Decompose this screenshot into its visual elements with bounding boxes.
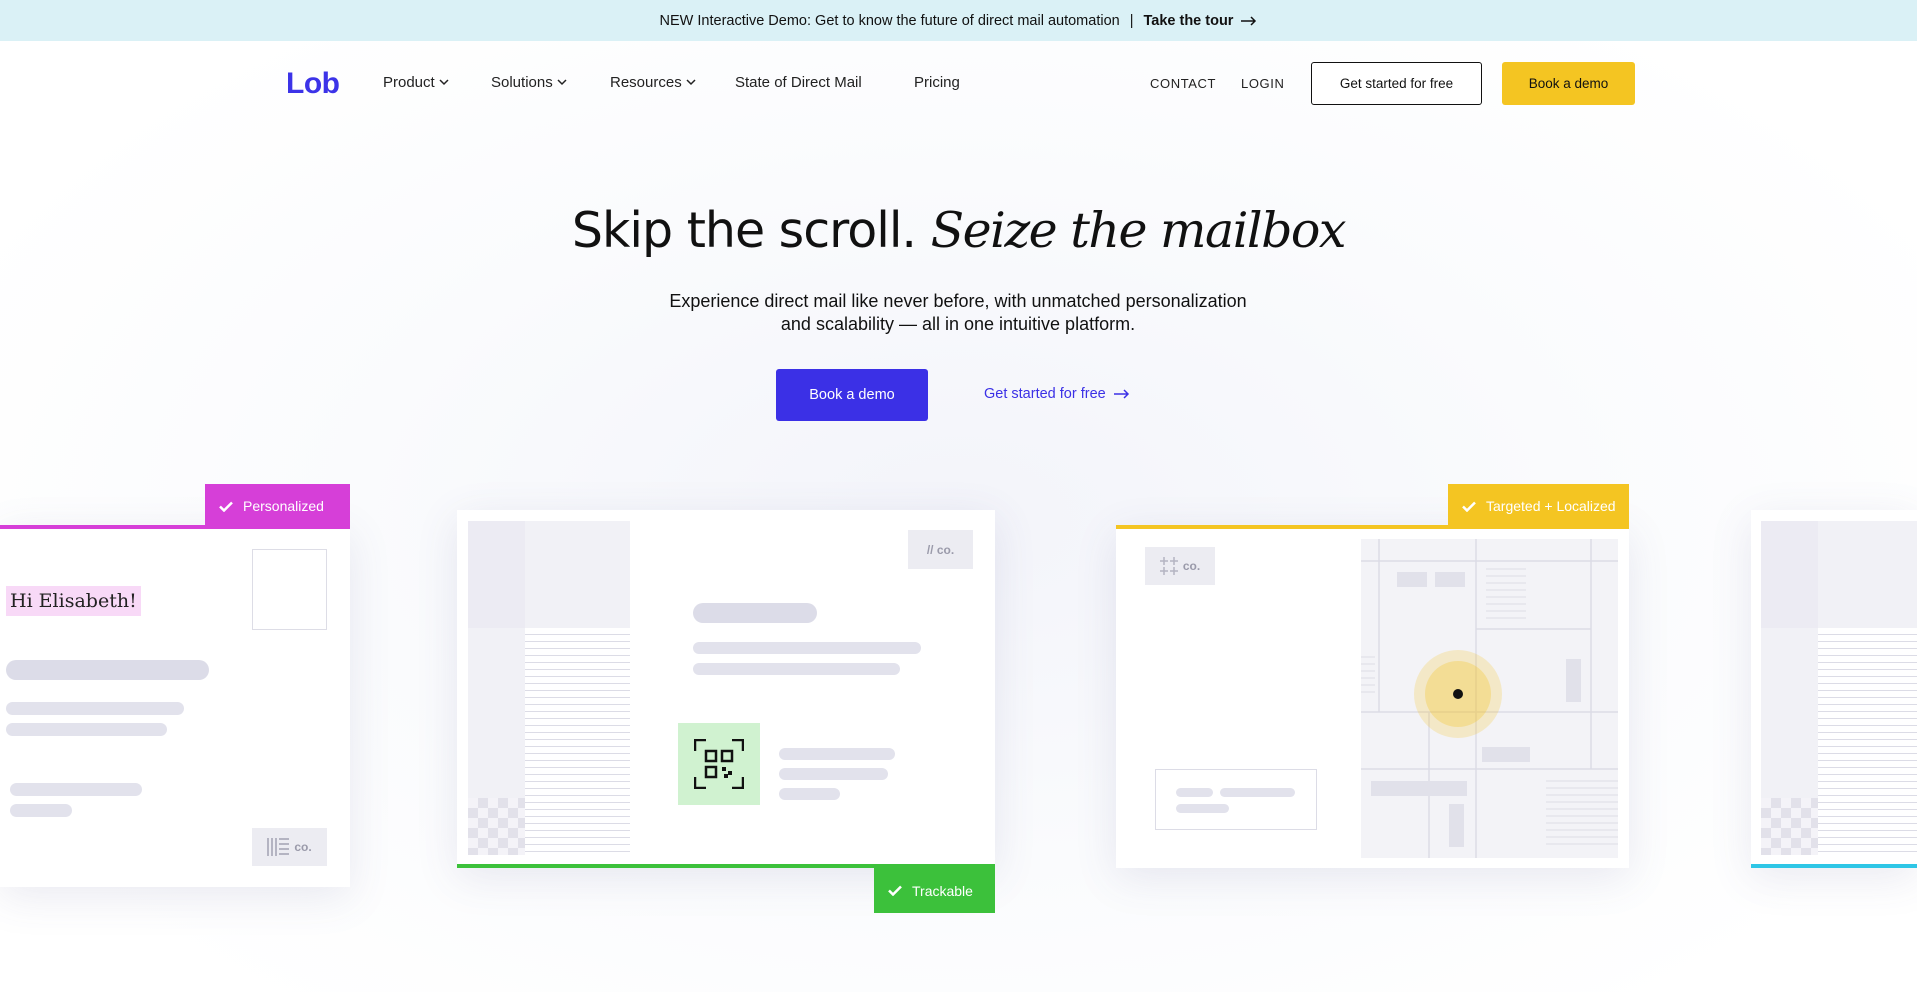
hero-subtitle: Experience direct mail like never before… (658, 290, 1258, 336)
card-accent-bar (1751, 864, 1917, 868)
nav-item-label: Resources (610, 74, 682, 91)
map-grid (1361, 539, 1618, 858)
company-logo-placeholder: // co. (908, 530, 973, 569)
placeholder-line (779, 788, 840, 800)
placeholder-line (6, 702, 184, 715)
nav-item-pricing[interactable]: Pricing (914, 74, 960, 91)
banner-separator: | (1129, 12, 1134, 29)
placeholder-line (1220, 788, 1295, 797)
trackable-card: // co. (457, 510, 995, 868)
crosshair-icon (1159, 557, 1178, 575)
company-logo-placeholder: co. (1145, 547, 1215, 585)
company-logo-text: co. (1182, 559, 1201, 573)
book-demo-nav-button[interactable]: Book a demo (1502, 62, 1635, 105)
hero-title-italic: Seize the mailbox (930, 202, 1347, 259)
checker-pattern (1761, 798, 1818, 855)
take-the-tour-link[interactable]: Take the tour (1143, 13, 1257, 29)
nav-item-label: State of Direct Mail (735, 74, 862, 91)
image-block (1761, 521, 1818, 628)
placeholder-line (693, 663, 900, 675)
image-block (1818, 521, 1917, 628)
chevron-down-icon (557, 79, 567, 86)
company-logo-placeholder: co. (252, 828, 327, 866)
nav-item-state-of-direct-mail[interactable]: State of Direct Mail (735, 74, 862, 91)
qr-code-box (678, 723, 760, 805)
placeholder-line (693, 603, 817, 623)
placeholder-line (10, 783, 142, 796)
map-area (1361, 539, 1618, 858)
chevron-down-icon (686, 79, 696, 86)
placeholder-line (779, 768, 888, 780)
tag-label: Targeted + Localized (1486, 498, 1616, 514)
chevron-down-icon (439, 79, 449, 86)
nav-item-label: Product (383, 74, 435, 91)
personalized-card: Hi Elisabeth! co. (0, 525, 350, 887)
get-started-hero-link[interactable]: Get started for free (984, 386, 1130, 402)
hero-subtitle-line: and scalability — all in one intuitive p… (780, 314, 1136, 334)
placeholder-line (6, 660, 209, 680)
login-link[interactable]: LOGIN (1241, 76, 1284, 91)
contact-link[interactable]: CONTACT (1150, 76, 1216, 91)
hero-subtitle-line: Experience direct mail like never before… (669, 291, 1247, 311)
arrow-right-icon (1241, 15, 1257, 26)
placeholder-line (1176, 804, 1229, 813)
company-logo-text: co. (294, 840, 312, 854)
trackable-tag: Trackable (874, 868, 995, 913)
placeholder-line (1176, 788, 1213, 797)
get-started-button[interactable]: Get started for free (1311, 62, 1482, 105)
lines-pattern (1818, 634, 1917, 854)
nav-item-product[interactable]: Product (383, 74, 449, 91)
qr-code-icon (694, 739, 744, 789)
nav-item-solutions[interactable]: Solutions (491, 74, 567, 91)
lob-logo[interactable]: Lob (286, 67, 340, 101)
barcode-icon (267, 838, 290, 856)
placeholder-line (779, 748, 895, 760)
tag-label: Personalized (243, 498, 324, 514)
placeholder-line (693, 642, 921, 654)
greeting-text: Hi Elisabeth! (6, 586, 141, 616)
partial-card (1751, 510, 1917, 868)
stamp-box (252, 549, 327, 630)
arrow-right-icon (1113, 389, 1129, 399)
banner-text: NEW Interactive Demo: Get to know the fu… (659, 12, 1120, 29)
get-started-hero-label: Get started for free (984, 386, 1106, 402)
address-box (1155, 769, 1317, 830)
placeholder-line (10, 804, 72, 817)
image-block (525, 521, 630, 628)
targeted-card: co. (1116, 525, 1629, 868)
checker-pattern (468, 798, 525, 855)
lines-pattern (525, 634, 630, 854)
main-nav: Lob Product Solutions Resources State of… (0, 41, 1917, 125)
nav-item-resources[interactable]: Resources (610, 74, 696, 91)
targeted-tag: Targeted + Localized (1448, 484, 1629, 528)
checkmark-icon (1462, 501, 1476, 512)
announcement-banner: NEW Interactive Demo: Get to know the fu… (0, 0, 1917, 41)
hero-title-plain: Skip the scroll. (571, 202, 917, 259)
book-demo-hero-button[interactable]: Book a demo (776, 369, 928, 421)
hero-title: Skip the scroll. Seize the mailbox (0, 202, 1917, 259)
nav-item-label: Pricing (914, 74, 960, 91)
image-block (468, 521, 525, 628)
checkmark-icon (888, 885, 902, 896)
take-the-tour-label: Take the tour (1143, 12, 1234, 29)
tag-label: Trackable (912, 882, 973, 899)
placeholder-line (6, 723, 167, 736)
checkmark-icon (219, 501, 233, 512)
personalized-tag: Personalized (205, 484, 350, 528)
nav-item-label: Solutions (491, 74, 553, 91)
